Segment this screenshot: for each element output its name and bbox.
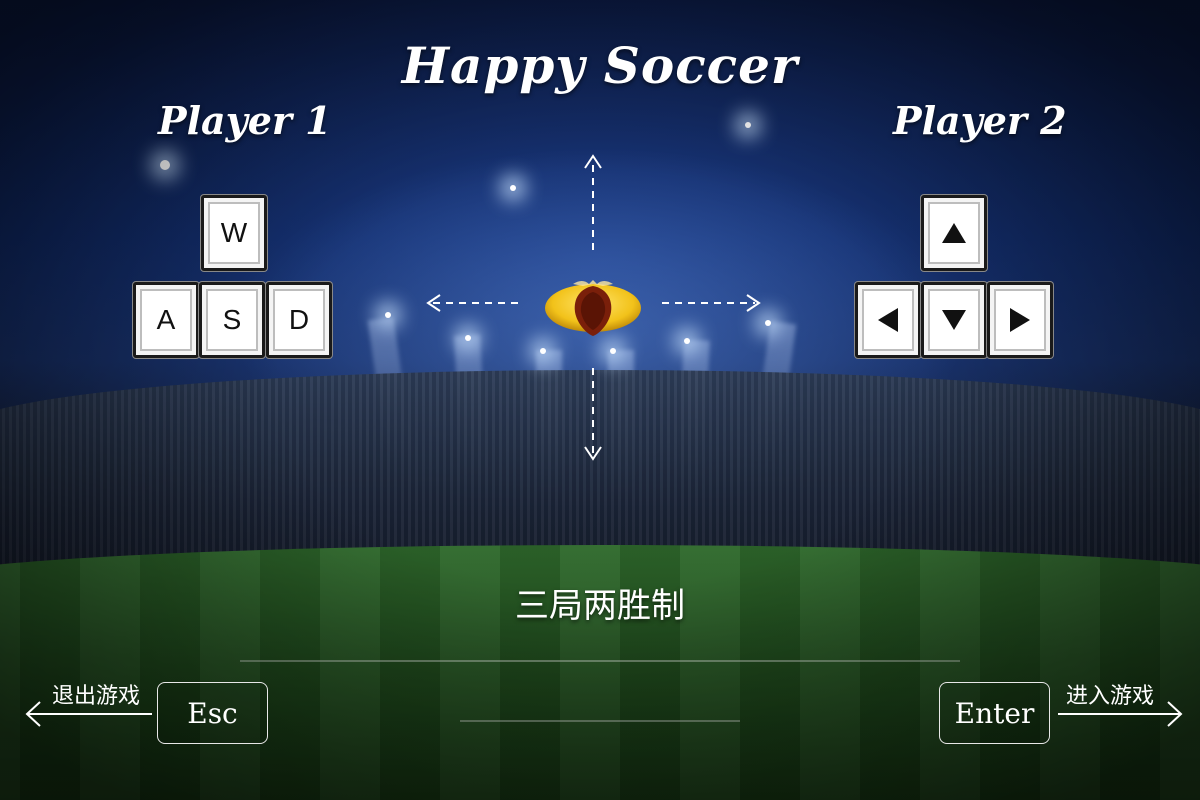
enter-button[interactable]: Enter: [939, 682, 1050, 744]
esc-button[interactable]: Esc: [157, 682, 268, 744]
exit-arrow-icon: [25, 701, 152, 727]
soccer-ball-icon: [545, 280, 641, 336]
direction-arrows: [426, 154, 761, 461]
match-rule-text: 三局两胜制: [515, 586, 685, 626]
enter-arrow-icon: [1058, 701, 1183, 727]
